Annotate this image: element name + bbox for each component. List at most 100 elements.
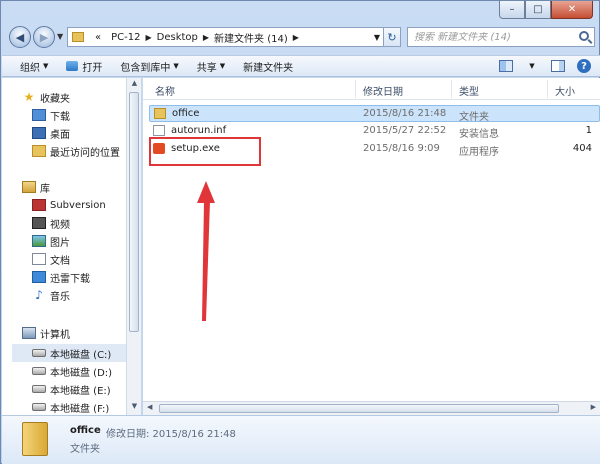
nav-scrollbar[interactable]: ▲ ▼ [126,78,141,415]
drive-icon [32,403,46,411]
library-icon [22,181,36,193]
navigation-pane: ★ 收藏夹 下载 桌面 最近访问的位置 库 Subversion 视频 图片 文档… [2,78,142,415]
drive-icon [32,367,46,375]
maximize-button[interactable]: □ [525,1,551,19]
open-button[interactable]: 打开 [66,59,102,74]
minimize-button[interactable]: – [499,1,525,19]
chevron-right-icon[interactable]: ▶ [203,33,209,42]
column-divider[interactable] [547,80,548,98]
details-name: office [70,425,101,436]
new-folder-button[interactable]: 新建文件夹 [243,59,293,74]
downloads-folder-icon [32,109,46,121]
forward-button[interactable]: ▶ [33,26,55,48]
open-label: 打开 [82,62,103,74]
change-view-button[interactable] [498,59,514,73]
search-input[interactable] [414,31,574,43]
document-icon [32,253,46,265]
nav-label: 下载 [50,111,70,123]
nav-label: 库 [40,183,50,195]
chevron-down-icon: ▼ [373,32,381,42]
nav-label: 收藏夹 [40,93,70,105]
file-row-office[interactable]: office 2015/8/16 21:48 文件夹 [149,105,600,123]
address-prefix[interactable]: « [95,32,101,43]
back-button[interactable]: ◀ [9,26,31,48]
nav-label: 计算机 [40,329,70,341]
column-header: 名称 修改日期 类型 大小 [143,78,600,100]
folder-icon [22,422,48,456]
subversion-icon [32,199,46,211]
chevron-down-icon: ▼ [43,62,49,70]
column-type[interactable]: 类型 [459,83,479,98]
nav-label: 本地磁盘 (F:) [50,403,110,415]
chevron-right-icon[interactable]: ▶ [293,33,299,42]
search-icon[interactable] [579,31,589,41]
breadcrumb-desktop[interactable]: Desktop [157,32,198,43]
nav-label: 视频 [50,219,70,231]
scroll-left-icon[interactable]: ◀ [147,403,152,411]
preview-pane-icon [551,60,565,72]
column-divider[interactable] [355,80,356,98]
file-list: 名称 修改日期 类型 大小 office 2015/8/16 21:48 文件夹… [143,78,600,415]
scroll-right-icon[interactable]: ▶ [591,403,596,411]
chevron-down-icon: ▼ [529,62,535,70]
nav-label: Subversion [50,199,106,211]
nav-label: 音乐 [50,291,70,303]
file-type: 文件夹 [459,112,489,123]
breadcrumb-folder[interactable]: 新建文件夹 (14) [214,30,288,45]
column-modified[interactable]: 修改日期 [363,83,403,98]
horizontal-scrollbar[interactable]: ◀ ▶ [143,401,600,415]
organize-button[interactable]: 组织 ▼ [20,59,48,74]
music-icon: ♪ [35,288,43,302]
share-button[interactable]: 共享 ▼ [197,59,225,74]
recent-pages-dropdown[interactable]: ▼ [57,32,63,41]
include-in-library-button[interactable]: 包含到库中 ▼ [120,59,178,74]
help-icon: ? [577,59,591,73]
address-bar[interactable]: « PC-12 ▶ Desktop ▶ 新建文件夹 (14) ▶ [67,27,399,47]
highlight-box [149,137,261,166]
organize-label: 组织 [20,62,40,74]
file-modified: 2015/8/16 21:48 [363,108,447,119]
file-type: 应用程序 [459,147,499,158]
close-button[interactable]: ✕ [551,1,593,19]
open-icon [66,61,79,71]
drive-icon [32,385,46,393]
help-button[interactable]: ? [576,59,592,73]
file-modified: 2015/8/16 9:09 [363,143,440,154]
nav-drive-c[interactable]: 本地磁盘 (C:) [12,344,136,362]
refresh-button[interactable]: ↻ [383,27,401,47]
nav-label: 文档 [50,255,70,267]
address-dropdown[interactable]: ▼ [371,27,383,47]
nav-label: 本地磁盘 (E:) [50,385,111,397]
computer-icon [22,327,36,339]
column-divider[interactable] [451,80,452,98]
picture-icon [32,235,46,247]
details-modified: 修改日期: 2015/8/16 21:48 [106,429,236,440]
details-pane: office 修改日期: 2015/8/16 21:48 文件夹 [2,415,600,464]
explorer-window: – □ ✕ ◀ ▶ ▼ « PC-12 ▶ Desktop ▶ 新建文件夹 (1… [0,0,600,464]
column-size[interactable]: 大小 [555,83,575,98]
nav-scroll-thumb[interactable] [129,92,139,332]
nav-label: 图片 [50,237,70,249]
arrow-left-icon: ◀ [15,30,25,44]
column-name[interactable]: 名称 [155,83,175,98]
breadcrumb-pc[interactable]: PC-12 [111,32,140,43]
view-dropdown[interactable]: ▼ [524,59,540,73]
arrow-right-icon: ▶ [39,30,49,44]
preview-pane-button[interactable] [550,59,566,73]
details-type: 文件夹 [70,444,100,455]
star-icon: ★ [23,90,35,104]
file-type: 安装信息 [459,129,499,140]
scroll-down-icon[interactable]: ▼ [127,402,142,414]
video-icon [32,217,46,229]
drive-icon [32,349,46,357]
nav-label: 本地磁盘 (D:) [50,367,113,379]
folder-icon [154,108,166,119]
h-scroll-thumb[interactable] [159,404,559,413]
chevron-down-icon: ▼ [173,62,179,70]
scroll-up-icon[interactable]: ▲ [127,79,142,91]
chevron-right-icon[interactable]: ▶ [145,33,151,42]
view-controls: ▼ ? [488,59,592,73]
file-size: 404 [572,143,592,154]
search-box[interactable] [407,27,595,47]
thunder-download-icon [32,271,46,283]
